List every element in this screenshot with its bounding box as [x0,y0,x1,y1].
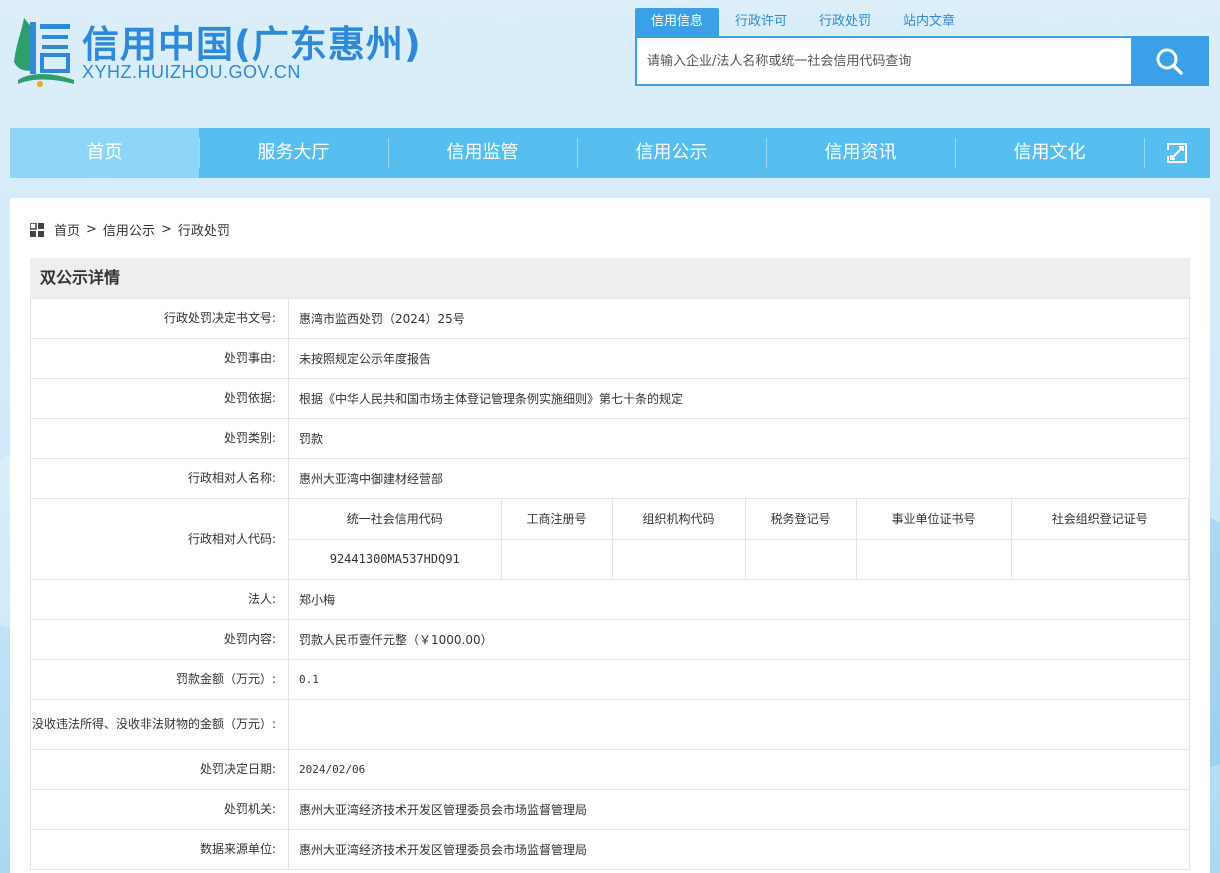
content-area: 首页 > 信用公示 > 行政处罚 双公示详情 行政处罚决定书文号: 惠湾市监西处… [10,198,1210,873]
credit-code-value: 92441300MA537HDQ91 [289,538,502,579]
column-header: 统一社会信用代码 [289,499,502,540]
column-header: 组织机构代码 [611,499,746,540]
location-grid-icon [30,222,44,237]
data-source-value: 惠州大亚湾经济技术开发区管理委员会市场监督管理局 [288,829,1190,870]
nav-item-credit-publicity[interactable]: 信用公示 [577,128,766,178]
org-code-value [611,538,746,579]
breadcrumb-credit-publicity[interactable]: 信用公示 [103,220,155,239]
reason-value: 未按照规定公示年度报告 [288,338,1190,379]
table-header-row: 统一社会信用代码 工商注册号 组织机构代码 税务登记号 事业单位证书号 社会组织… [289,499,1189,540]
table-row: 处罚依据: 根据《中华人民共和国市场主体登记管理条例实施细则》第七十条的规定 [30,378,1190,419]
table-row: 处罚类别: 罚款 [30,418,1190,459]
table-row: 数据来源单位: 惠州大亚湾经济技术开发区管理委员会市场监督管理局 [30,829,1190,870]
party-code-table: 统一社会信用代码 工商注册号 组织机构代码 税务登记号 事业单位证书号 社会组织… [289,499,1189,579]
category-value: 罚款 [288,418,1190,459]
search-input[interactable] [637,38,1131,84]
fine-amount-value: 0.1 [288,659,1190,700]
table-row: 没收违法所得、没收非法财物的金额（万元）: [30,699,1190,750]
field-label: 处罚事由: [30,338,289,379]
decision-date-value: 2024/02/06 [288,749,1190,790]
nav-item-home[interactable]: 首页 [10,128,199,178]
party-name-value: 惠州大亚湾中御建材经营部 [288,458,1190,499]
field-label: 处罚依据: [30,378,289,419]
nav-expand-button[interactable] [1144,128,1210,178]
search-icon [1156,48,1183,75]
breadcrumb-separator: > [160,222,172,237]
expand-icon [1167,143,1187,163]
column-header: 工商注册号 [500,499,613,540]
table-row: 处罚决定日期: 2024/02/06 [30,749,1190,790]
main-nav: 首页 服务大厅 信用监管 信用公示 信用资讯 信用文化 [10,128,1210,178]
site-url: XYHZ.HUIZHOU.GOV.CN [82,62,301,82]
table-row: 92441300MA537HDQ91 [289,538,1189,579]
column-header: 社会组织登记证号 [1010,499,1189,540]
authority-value: 惠州大亚湾经济技术开发区管理委员会市场监督管理局 [288,789,1190,830]
table-row: 处罚机关: 惠州大亚湾经济技术开发区管理委员会市场监督管理局 [30,789,1190,830]
site-title: 信用中国(广东惠州) [82,23,422,66]
field-label: 行政相对人名称: [30,458,289,499]
table-row: 行政相对人代码: 统一社会信用代码 工商注册号 组织机构代码 税务登记号 事业单… [30,498,1190,580]
party-code-cell: 统一社会信用代码 工商注册号 组织机构代码 税务登记号 事业单位证书号 社会组织… [288,498,1190,580]
field-label: 行政相对人代码: [30,498,289,580]
field-label: 行政处罚决定书文号: [30,298,289,339]
breadcrumb: 首页 > 信用公示 > 行政处罚 [30,220,230,239]
breadcrumb-home[interactable]: 首页 [54,220,80,239]
confiscation-amount-value [288,699,1190,750]
decision-number-value: 惠湾市监西处罚（2024）25号 [288,298,1190,339]
nav-item-credit-culture[interactable]: 信用文化 [955,128,1144,178]
field-label: 处罚机关: [30,789,289,830]
field-label: 法人: [30,579,289,620]
nav-item-credit-supervision[interactable]: 信用监管 [388,128,577,178]
field-label: 没收违法所得、没收非法财物的金额（万元）: [30,699,289,750]
column-header: 事业单位证书号 [855,499,1012,540]
search-button[interactable] [1131,38,1207,84]
table-row: 处罚内容: 罚款人民币壹仟元整（￥1000.00） [30,619,1190,660]
site-logo[interactable] [12,10,78,90]
field-label: 罚款金额（万元）: [30,659,289,700]
institution-cert-value [855,538,1012,579]
table-row: 行政相对人名称: 惠州大亚湾中御建材经营部 [30,458,1190,499]
field-label: 数据来源单位: [30,829,289,870]
nav-item-service-hall[interactable]: 服务大厅 [199,128,388,178]
nav-item-credit-news[interactable]: 信用资讯 [766,128,955,178]
social-org-cert-value [1010,538,1189,579]
detail-table: 行政处罚决定书文号: 惠湾市监西处罚（2024）25号 处罚事由: 未按照规定公… [30,298,1190,870]
table-row: 行政处罚决定书文号: 惠湾市监西处罚（2024）25号 [30,298,1190,339]
search-tab-admin-penalty[interactable]: 行政处罚 [803,8,887,36]
breadcrumb-current: 行政处罚 [177,224,230,239]
penalty-content-value: 罚款人民币壹仟元整（￥1000.00） [288,619,1190,660]
field-label: 处罚内容: [30,619,289,660]
field-label: 处罚类别: [30,418,289,459]
table-row: 法人: 郑小梅 [30,579,1190,620]
tax-number-value [744,538,857,579]
search-tab-credit-info[interactable]: 信用信息 [635,8,720,36]
search-box [635,36,1209,86]
table-row: 处罚事由: 未按照规定公示年度报告 [30,338,1190,379]
registration-number-value [500,538,613,579]
panel-title: 双公示详情 [30,258,1190,298]
legal-person-value: 郑小梅 [288,579,1190,620]
column-header: 税务登记号 [744,499,857,540]
table-row: 罚款金额（万元）: 0.1 [30,659,1190,700]
field-label: 处罚决定日期: [30,749,289,790]
search-tab-site-articles[interactable]: 站内文章 [887,8,971,36]
basis-value: 根据《中华人民共和国市场主体登记管理条例实施细则》第七十条的规定 [288,378,1190,419]
logo-icon [14,18,74,87]
search-tabs: 信用信息 行政许可 行政处罚 站内文章 [635,8,971,36]
breadcrumb-separator: > [86,222,97,237]
search-tab-admin-license[interactable]: 行政许可 [719,8,803,36]
